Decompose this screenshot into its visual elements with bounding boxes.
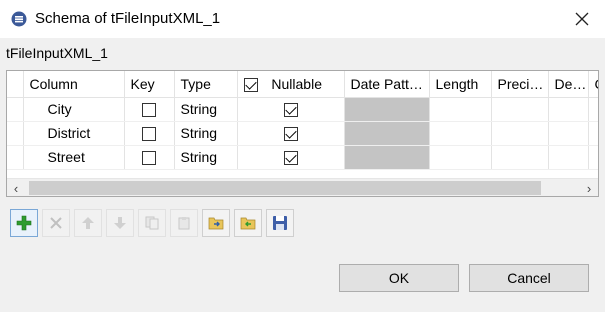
cancel-button[interactable]: Cancel [469,264,589,292]
chevron-left-icon: ‹ [13,180,19,196]
window-title: Schema of tFileInputXML_1 [35,10,221,27]
export-button[interactable] [234,209,262,237]
cell-key[interactable] [124,145,175,170]
cell-nullable[interactable] [237,121,345,146]
cell-nullable[interactable] [237,145,345,170]
row-indent [7,97,24,122]
save-icon [273,216,287,230]
header-type[interactable]: Type [174,71,238,98]
cell-date-pattern [344,121,430,146]
cell-date-pattern [344,145,430,170]
cell-nullable[interactable] [237,97,345,122]
import-button[interactable] [202,209,230,237]
cell-default[interactable] [548,97,589,122]
scrollbar-thumb[interactable] [29,181,541,195]
cell-precision[interactable] [491,145,549,170]
header-nullable-checkbox[interactable] [243,77,258,92]
cell-length[interactable] [429,97,492,122]
close-icon [575,12,589,26]
row-indent [7,145,24,170]
cell-date-pattern [344,97,430,122]
export-icon [240,217,256,230]
remove-column-button[interactable] [42,209,70,237]
cell-type[interactable]: String [174,97,238,122]
header-column[interactable]: Column [23,71,125,98]
table-row[interactable]: City String [7,97,598,122]
key-checkbox[interactable] [142,127,156,142]
table-row[interactable]: District String [7,121,598,146]
header-nullable-label: Nullable [271,75,322,92]
cell-comment[interactable] [588,121,598,146]
paste-button[interactable] [170,209,198,237]
schema-name-label: tFileInputXML_1 [6,45,108,61]
cell-column[interactable]: City [23,97,125,122]
move-down-icon [114,217,126,229]
copy-icon [145,216,159,230]
paste-icon [178,217,190,230]
header-key[interactable]: Key [124,71,175,98]
cell-precision[interactable] [491,97,549,122]
add-icon [16,215,32,231]
move-down-button[interactable] [106,209,134,237]
cell-length[interactable] [429,145,492,170]
add-column-button[interactable] [10,209,38,237]
schema-table[interactable]: Column Key Type Nullable Date Patt… Leng… [6,70,599,197]
header-date-pattern[interactable]: Date Patt… [344,71,430,98]
horizontal-scrollbar[interactable]: ‹ › [7,178,598,196]
cell-length[interactable] [429,121,492,146]
key-checkbox[interactable] [142,151,156,166]
cell-key[interactable] [124,97,175,122]
header-default[interactable]: De… [548,71,589,98]
close-button[interactable] [559,0,605,38]
app-logo-icon [11,11,27,27]
header-length[interactable]: Length [429,71,492,98]
move-up-button[interactable] [74,209,102,237]
title-bar: Schema of tFileInputXML_1 [0,0,605,38]
chevron-right-icon: › [586,180,592,196]
key-checkbox[interactable] [142,103,156,118]
header-nullable[interactable]: Nullable [237,71,345,98]
save-button[interactable] [266,209,294,237]
ok-button[interactable]: OK [339,264,459,292]
cell-type[interactable]: String [174,145,238,170]
cell-default[interactable] [548,145,589,170]
cell-comment[interactable] [588,145,598,170]
scroll-left-button[interactable]: ‹ [7,180,25,196]
table-row[interactable]: Street String [7,145,598,170]
import-icon [208,217,224,230]
header-precision[interactable]: Preci… [491,71,549,98]
row-header-corner [7,71,24,98]
cell-default[interactable] [548,121,589,146]
row-indent [7,121,24,146]
scroll-right-button[interactable]: › [580,180,598,196]
nullable-checkbox[interactable] [283,127,298,142]
cell-column[interactable]: Street [23,145,125,170]
cell-type[interactable]: String [174,121,238,146]
cell-key[interactable] [124,121,175,146]
nullable-checkbox[interactable] [283,151,298,166]
remove-icon [50,217,62,229]
nullable-checkbox[interactable] [283,103,298,118]
schema-toolbar [10,209,294,237]
cell-precision[interactable] [491,121,549,146]
header-comment[interactable]: C [588,71,598,98]
cell-comment[interactable] [588,97,598,122]
cell-column[interactable]: District [23,121,125,146]
copy-button[interactable] [138,209,166,237]
move-up-icon [82,217,94,229]
